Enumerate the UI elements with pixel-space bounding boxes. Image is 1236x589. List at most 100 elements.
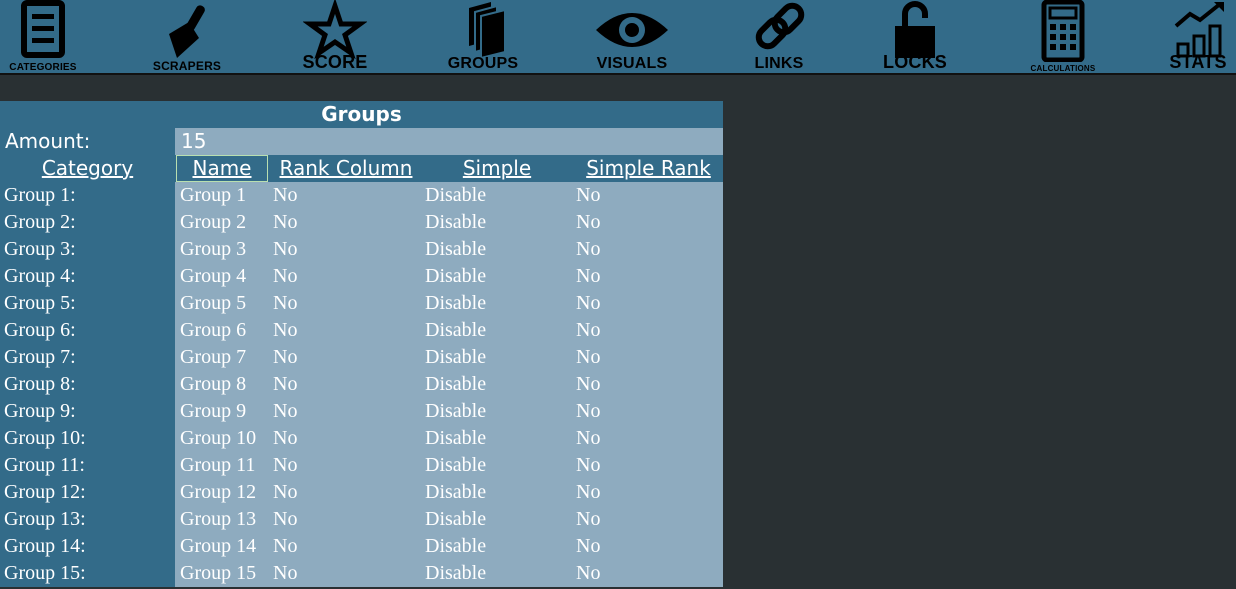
row-simple-cell[interactable]: Disable	[425, 209, 486, 236]
row-rank-column-cell[interactable]: No	[273, 425, 297, 452]
toolbar-item-calculations[interactable]: CALCULATIONS	[1020, 0, 1106, 73]
toolbar-item-label: LOCKS	[883, 52, 947, 72]
row-simple-rank-cell[interactable]: No	[576, 533, 600, 560]
row-simple-cell[interactable]: Disable	[425, 425, 486, 452]
row-rank-column-cell[interactable]: No	[273, 398, 297, 425]
row-name-cell[interactable]: Group 4	[180, 263, 246, 290]
table-row: Group 13: Group 13 No Disable No	[0, 506, 723, 533]
row-name-cell[interactable]: Group 10	[180, 425, 256, 452]
row-simple-rank-cell[interactable]: No	[576, 317, 600, 344]
row-name-cell[interactable]: Group 2	[180, 209, 246, 236]
row-rank-column-cell[interactable]: No	[273, 317, 297, 344]
row-rank-column-cell[interactable]: No	[273, 560, 297, 587]
link-icon	[755, 2, 805, 50]
row-simple-rank-cell[interactable]: No	[576, 182, 600, 209]
row-simple-cell[interactable]: Disable	[425, 398, 486, 425]
toolbar-item-visuals[interactable]: VISUALS	[588, 0, 676, 73]
row-simple-rank-cell[interactable]: No	[576, 209, 600, 236]
row-rank-column-cell[interactable]: No	[273, 506, 297, 533]
row-rank-column-cell[interactable]: No	[273, 533, 297, 560]
row-rank-column-cell[interactable]: No	[273, 479, 297, 506]
row-simple-cell[interactable]: Disable	[425, 236, 486, 263]
row-name-cell[interactable]: Group 15	[180, 560, 256, 587]
row-category-cell: Group 14:	[4, 535, 86, 557]
toolbar-item-label: VISUALS	[596, 55, 668, 72]
table-row: Group 15: Group 15 No Disable No	[0, 560, 723, 587]
row-name-cell[interactable]: Group 9	[180, 398, 246, 425]
toolbar-item-label: CATEGORIES	[9, 62, 77, 73]
header-rank-column[interactable]: Rank Column	[272, 155, 420, 182]
toolbar-item-label: LINKS	[754, 55, 804, 72]
calculator-icon	[1041, 0, 1085, 62]
table-row: Group 1: Group 1 No Disable No	[0, 182, 723, 209]
row-simple-rank-cell[interactable]: No	[576, 398, 600, 425]
panel-title: Groups	[321, 102, 402, 126]
row-category-cell: Group 5:	[4, 292, 76, 314]
row-name-cell[interactable]: Group 14	[180, 533, 256, 560]
header-simple[interactable]: Simple	[420, 155, 574, 182]
row-name-cell[interactable]: Group 3	[180, 236, 246, 263]
row-simple-rank-cell[interactable]: No	[576, 425, 600, 452]
table-row: Group 10: Group 10 No Disable No	[0, 425, 723, 452]
row-simple-rank-cell[interactable]: No	[576, 506, 600, 533]
row-simple-cell[interactable]: Disable	[425, 560, 486, 587]
row-simple-cell[interactable]: Disable	[425, 506, 486, 533]
toolbar-item-label: GROUPS	[447, 55, 519, 72]
row-rank-column-cell[interactable]: No	[273, 236, 297, 263]
row-simple-cell[interactable]: Disable	[425, 290, 486, 317]
table-row: Group 12: Group 12 No Disable No	[0, 479, 723, 506]
row-name-cell[interactable]: Group 5	[180, 290, 246, 317]
toolbar-item-locks[interactable]: LOCKS	[872, 0, 958, 73]
row-simple-cell[interactable]: Disable	[425, 317, 486, 344]
groups-icon	[469, 2, 506, 60]
row-category-cell: Group 8:	[4, 373, 76, 395]
row-rank-column-cell[interactable]: No	[273, 371, 297, 398]
toolbar-item-label: SCRAPERS	[152, 59, 222, 73]
row-category-cell: Group 12:	[4, 481, 86, 503]
row-name-cell[interactable]: Group 1	[180, 182, 246, 209]
row-category-cell: Group 10:	[4, 427, 86, 449]
row-rank-column-cell[interactable]: No	[273, 290, 297, 317]
row-simple-rank-cell[interactable]: No	[576, 479, 600, 506]
row-rank-column-cell[interactable]: No	[273, 263, 297, 290]
row-simple-cell[interactable]: Disable	[425, 263, 486, 290]
row-simple-rank-cell[interactable]: No	[576, 452, 600, 479]
toolbar-item-links[interactable]: LINKS	[736, 0, 822, 73]
amount-input[interactable]: 15	[175, 128, 723, 155]
row-category-cell: Group 6:	[4, 319, 76, 341]
row-simple-rank-cell[interactable]: No	[576, 263, 600, 290]
toolbar-item-score[interactable]: SCORE	[292, 0, 378, 73]
row-simple-rank-cell[interactable]: No	[576, 344, 600, 371]
row-simple-rank-cell[interactable]: No	[576, 560, 600, 587]
row-simple-rank-cell[interactable]: No	[576, 236, 600, 263]
row-name-cell[interactable]: Group 11	[180, 452, 255, 479]
row-simple-cell[interactable]: Disable	[425, 344, 486, 371]
row-rank-column-cell[interactable]: No	[273, 344, 297, 371]
table-row: Group 5: Group 5 No Disable No	[0, 290, 723, 317]
row-simple-rank-cell[interactable]: No	[576, 290, 600, 317]
header-category[interactable]: Category	[0, 155, 175, 182]
row-name-cell[interactable]: Group 6	[180, 317, 246, 344]
row-simple-cell[interactable]: Disable	[425, 371, 486, 398]
row-category-cell: Group 13:	[4, 508, 86, 530]
toolbar-item-stats[interactable]: STATS	[1160, 0, 1236, 73]
row-name-cell[interactable]: Group 8	[180, 371, 246, 398]
toolbar-item-categories[interactable]: CATEGORIES	[0, 0, 86, 73]
row-simple-cell[interactable]: Disable	[425, 533, 486, 560]
row-rank-column-cell[interactable]: No	[273, 182, 297, 209]
toolbar-item-scrapers[interactable]: SCRAPERS	[144, 0, 230, 73]
row-simple-rank-cell[interactable]: No	[576, 371, 600, 398]
header-simple-rank[interactable]: Simple Rank	[574, 155, 723, 182]
row-name-cell[interactable]: Group 12	[180, 479, 256, 506]
row-name-cell[interactable]: Group 7	[180, 344, 246, 371]
table-row: Group 7: Group 7 No Disable No	[0, 344, 723, 371]
row-name-cell[interactable]: Group 13	[180, 506, 256, 533]
toolbar-item-groups[interactable]: GROUPS	[440, 0, 526, 73]
row-rank-column-cell[interactable]: No	[273, 209, 297, 236]
row-category-cell: Group 4:	[4, 265, 76, 287]
row-simple-cell[interactable]: Disable	[425, 182, 486, 209]
header-name[interactable]: Name	[176, 155, 268, 182]
row-rank-column-cell[interactable]: No	[273, 452, 297, 479]
row-simple-cell[interactable]: Disable	[425, 452, 486, 479]
row-simple-cell[interactable]: Disable	[425, 479, 486, 506]
